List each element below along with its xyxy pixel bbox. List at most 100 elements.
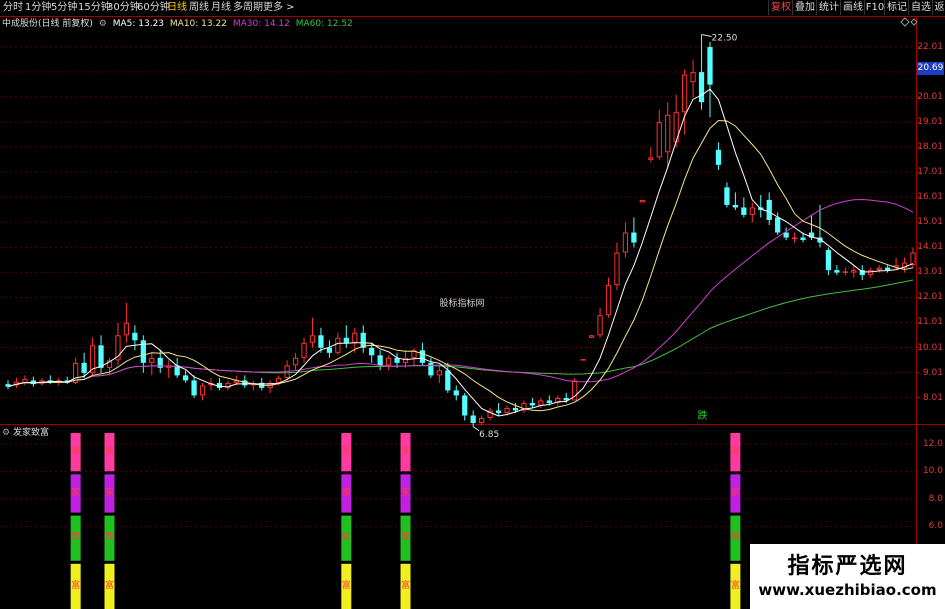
indicator-tick-label: 6.0: [928, 521, 943, 532]
candle-body: [529, 402, 536, 406]
price-axis: 22.0121.0120.0119.0118.0117.0116.0115.01…: [917, 32, 945, 424]
candle-body: [123, 322, 130, 336]
candle-body: [360, 332, 366, 348]
candle-body: [352, 332, 358, 343]
candle-body: [597, 315, 603, 336]
candle-body: [741, 207, 747, 215]
candle-body: [690, 72, 696, 83]
candle-body: [546, 400, 552, 403]
indicator-tick-label: 12.0: [922, 438, 943, 449]
candle-body: [842, 271, 848, 273]
signal-char: 家: [342, 486, 351, 498]
candle-body: [495, 410, 502, 413]
candle-body: [682, 74, 688, 113]
price-tick-label: 9.01: [922, 367, 943, 378]
high-price-label: 22.50: [712, 34, 738, 44]
candle-body: [419, 350, 426, 363]
signal-char: 致: [71, 531, 80, 543]
price-tick-label: 19.01: [917, 116, 943, 127]
candle-body: [639, 199, 645, 203]
signal-char: 富: [401, 579, 410, 591]
candle-body: [436, 370, 442, 376]
candle-body: [191, 380, 197, 396]
signal-char: 富: [71, 579, 80, 591]
candle-body: [402, 357, 409, 363]
price-tick-label: 14.01: [917, 242, 943, 253]
candle-body: [766, 199, 772, 220]
low-price-label: 6.85: [479, 430, 499, 440]
candle-body: [318, 335, 324, 348]
candle-body: [199, 385, 206, 396]
candle-body: [335, 337, 341, 353]
candle-body: [885, 267, 891, 271]
candle-body: [749, 207, 755, 215]
candle-body: [851, 270, 857, 273]
price-tick-label: 16.01: [917, 192, 943, 203]
candle-body: [22, 379, 28, 383]
price-tick-label: 18.01: [917, 142, 943, 153]
candle-body: [140, 340, 146, 363]
candle-body: [385, 357, 392, 366]
signal-char: 发: [731, 445, 740, 457]
price-tick-label: 20.01: [917, 91, 943, 102]
candle-body: [614, 252, 620, 286]
candle-body: [775, 217, 781, 233]
candle-body: [698, 72, 705, 103]
signal-char: 发: [105, 445, 114, 457]
indicator-tick-label: 8.0: [928, 493, 943, 504]
candle-body: [445, 370, 451, 391]
signal-char: 家: [71, 486, 80, 498]
indicator-tick-label: 10.0: [922, 466, 943, 477]
candle-body: [665, 114, 671, 153]
candle-body: [631, 232, 637, 243]
candle-body: [504, 407, 510, 413]
signal-char: 发: [342, 445, 351, 457]
signal-char: 家: [731, 486, 740, 498]
candle-body: [715, 149, 722, 165]
price-tick-label: 13.01: [917, 267, 943, 278]
candle-body: [369, 347, 375, 356]
price-tick-label: 22.01: [917, 41, 943, 52]
candle-body: [343, 337, 349, 343]
signal-char: 致: [342, 531, 351, 543]
signal-char: 家: [105, 486, 114, 498]
candle-body: [834, 270, 840, 273]
kline-chart[interactable]: 22.506.85股标指标网跌发家致富发家致富发家致富发家致富发家致富: [0, 0, 945, 609]
candle-body: [656, 122, 662, 158]
signal-char: 家: [401, 486, 410, 498]
candle-body: [605, 285, 612, 316]
price-tick-label: 17.01: [917, 167, 943, 178]
candle-body: [301, 342, 307, 358]
watermark-title: 指标严选网: [787, 554, 908, 579]
candle-body: [326, 347, 333, 353]
signal-char: 富: [731, 579, 740, 591]
candle-body: [377, 355, 383, 366]
candle-body: [276, 377, 282, 383]
indicator-title: ⚙ 发家致富: [2, 427, 49, 439]
indicator-name[interactable]: 发家致富: [13, 428, 49, 438]
watermark: 指标严选网 www.xuezhibiao.com: [750, 544, 945, 609]
candle-body: [470, 415, 476, 423]
candle-body: [132, 332, 138, 341]
candle-body: [479, 417, 485, 424]
candle-body: [588, 335, 595, 338]
candle-body: [98, 345, 104, 368]
candle-body: [910, 252, 916, 266]
price-tick-label: 10.01: [917, 342, 943, 353]
candle-body: [707, 47, 713, 85]
price-tick-label: 11.01: [917, 317, 943, 328]
candle-body: [428, 362, 434, 376]
candle-body: [648, 157, 654, 160]
candle-body: [81, 362, 87, 373]
high-pointer: [701, 34, 712, 37]
candle-body: [462, 395, 468, 416]
diamond-icon: [900, 17, 910, 27]
indicator-gear-icon[interactable]: ⚙: [2, 428, 10, 438]
watermark-url: www.xuezhibiao.com: [758, 581, 937, 599]
candle-body: [292, 357, 299, 366]
candle-body: [800, 237, 806, 241]
price-tick-label: 15.01: [917, 217, 943, 228]
signal-char: 发: [401, 445, 410, 457]
candle-body: [580, 359, 586, 361]
candle-body: [309, 335, 316, 343]
